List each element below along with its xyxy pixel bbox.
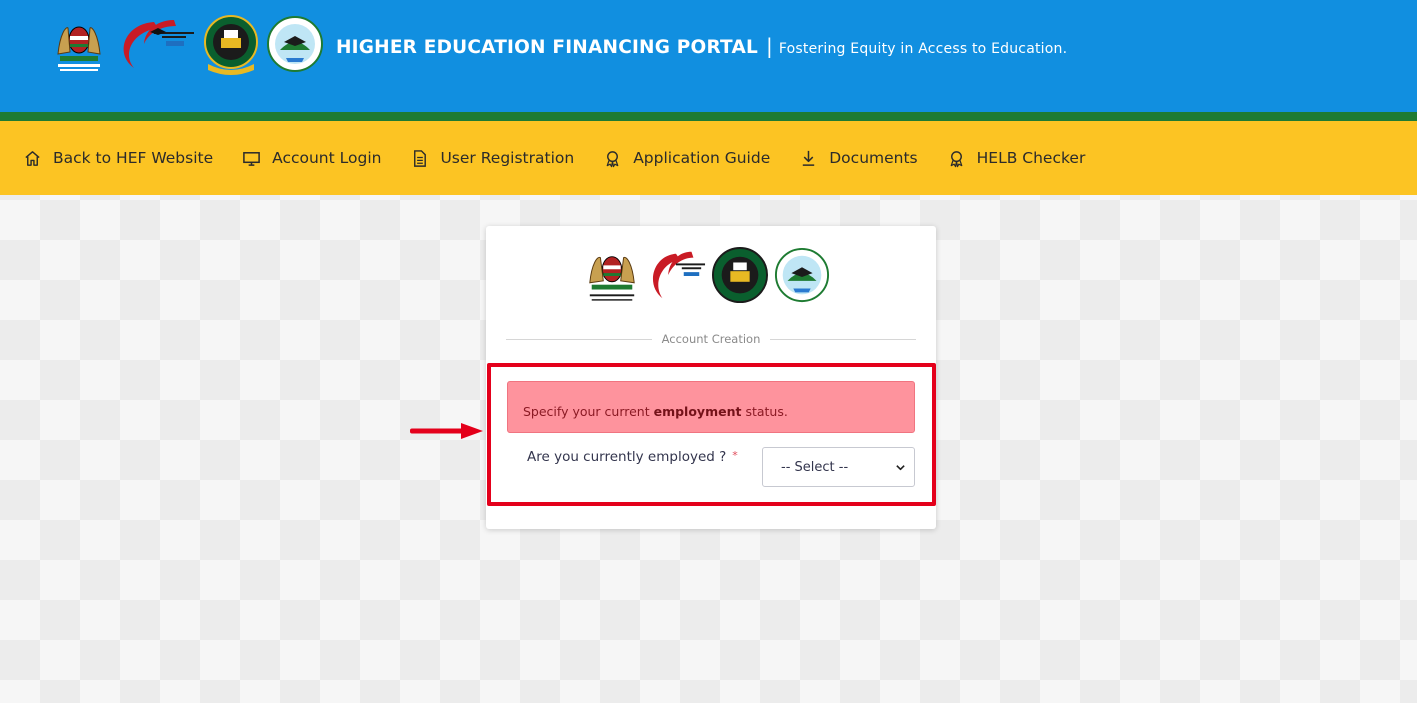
header-logos	[50, 14, 324, 76]
divider-line-left	[506, 338, 652, 340]
select-value: -- Select --	[781, 459, 849, 475]
main-nav: Back to HEF Website Account Login User R…	[0, 121, 1417, 195]
nav-back-to-hef-website[interactable]: Back to HEF Website	[23, 149, 213, 168]
kenya-coat-of-arms-logo	[589, 256, 635, 301]
employment-status-select[interactable]: -- Select --	[762, 447, 915, 487]
universities-fund-logo	[774, 248, 830, 303]
arrow-annotation-icon	[410, 423, 483, 439]
document-icon	[414, 149, 427, 167]
alert-text-emphasis: employment	[653, 404, 742, 419]
nav-documents[interactable]: Documents	[799, 149, 918, 168]
question-text: Are you currently employed ?	[527, 449, 727, 465]
ministry-of-education-logo	[123, 20, 194, 68]
required-asterisk: *	[732, 449, 738, 462]
monitor-icon	[243, 151, 260, 166]
section-label: Account Creation	[661, 332, 761, 346]
header-accent-strip	[0, 112, 1417, 121]
section-divider: Account Creation	[506, 330, 916, 348]
card-logos	[584, 246, 830, 306]
helb-logo	[204, 15, 258, 75]
award-icon	[950, 150, 962, 167]
portal-header: HIGHER EDUCATION FINANCING PORTAL | Fost…	[0, 0, 1417, 112]
chevron-down-icon	[896, 464, 905, 470]
ministry-of-education-logo	[652, 251, 706, 299]
nav-application-guide[interactable]: Application Guide	[603, 149, 770, 168]
portal-title-group: HIGHER EDUCATION FINANCING PORTAL | Fost…	[336, 34, 1067, 58]
nav-helb-checker[interactable]: HELB Checker	[947, 149, 1086, 168]
nav-label: HELB Checker	[976, 149, 1086, 167]
universities-fund-logo	[267, 16, 323, 72]
award-icon	[606, 150, 619, 167]
alert-text-suffix: status.	[741, 404, 788, 419]
alert-text-prefix: Specify your current	[523, 404, 654, 419]
nav-label: Account Login	[272, 149, 382, 167]
divider-line-right	[770, 338, 916, 340]
title-separator: |	[765, 34, 773, 58]
nav-label: Back to HEF Website	[53, 149, 214, 167]
portal-title: HIGHER EDUCATION FINANCING PORTAL	[336, 37, 758, 58]
nav-label: User Registration	[440, 149, 575, 167]
employment-alert: Specify your current employment status.	[507, 381, 915, 433]
employment-question-label: Are you currently employed ? *	[527, 449, 738, 465]
nav-account-login[interactable]: Account Login	[242, 149, 381, 168]
download-icon	[803, 150, 815, 166]
portal-tagline: Fostering Equity in Access to Education.	[778, 41, 1068, 57]
nav-label: Documents	[829, 149, 918, 167]
nav-label: Application Guide	[633, 149, 771, 167]
kenya-coat-of-arms-logo	[50, 14, 108, 76]
home-icon	[25, 150, 40, 166]
helb-logo	[712, 247, 768, 304]
nav-user-registration[interactable]: User Registration	[410, 149, 574, 168]
